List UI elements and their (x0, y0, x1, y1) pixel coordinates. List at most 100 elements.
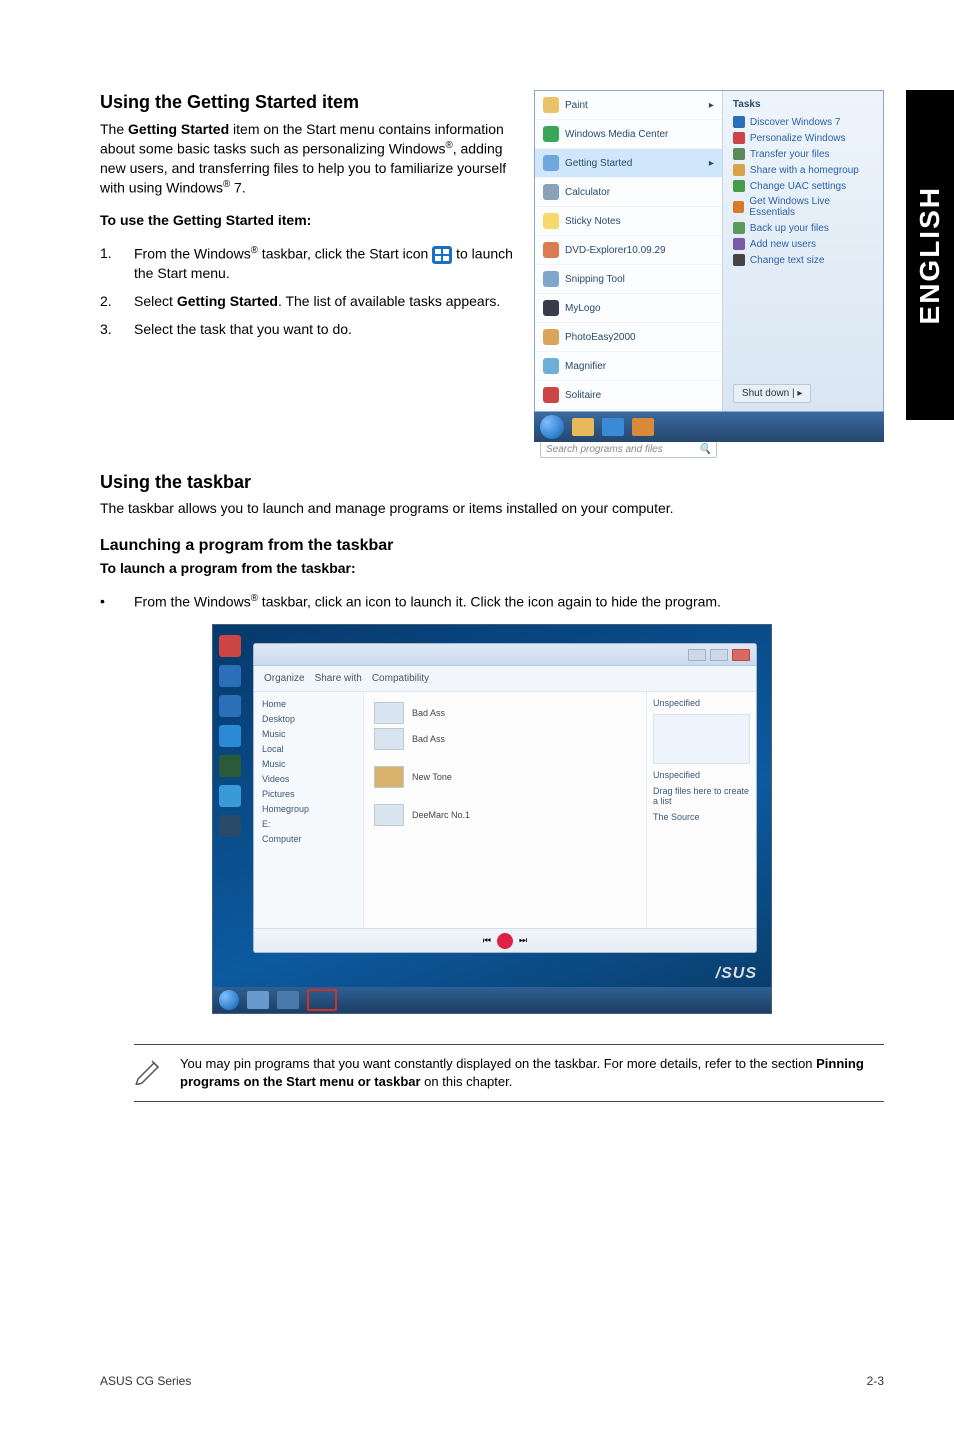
section-getting-started: Using the Getting Started item The Getti… (100, 90, 884, 442)
gadget-icon[interactable] (219, 725, 241, 747)
file-row[interactable]: Bad Ass (374, 726, 636, 752)
nav-item[interactable]: Videos (260, 773, 357, 785)
preview-pane: Unspecified Unspecified Drag files here … (646, 692, 756, 928)
live-icon (733, 201, 745, 213)
sm-item-dvd[interactable]: DVD-Explorer10.09.29 (535, 236, 722, 265)
sm-item-snipping[interactable]: Snipping Tool (535, 265, 722, 294)
next-icon[interactable]: ⏭ (519, 935, 527, 946)
discover-icon (733, 116, 745, 128)
sm-item-paint[interactable]: Paint▸ (535, 91, 722, 120)
start-orb[interactable] (219, 990, 239, 1010)
tb-icon[interactable] (277, 991, 299, 1009)
section-taskbar: Using the taskbar The taskbar allows you… (100, 472, 884, 1102)
close-button[interactable] (732, 649, 750, 661)
task-live[interactable]: Get Windows Live Essentials (733, 196, 873, 218)
task-uac[interactable]: Change UAC settings (733, 180, 873, 192)
getting-started-heading: Using the Getting Started item (100, 90, 514, 114)
play-button[interactable] (497, 933, 513, 949)
preview-label: Unspecified (653, 770, 750, 780)
gadget-icon[interactable] (219, 755, 241, 777)
prev-icon[interactable]: ⏮ (483, 935, 491, 946)
task-addusers[interactable]: Add new users (733, 238, 873, 250)
desktop-screenshot: Organize Share with Compatibility Home D… (212, 624, 772, 1014)
sm-item-wmc[interactable]: Windows Media Center (535, 120, 722, 149)
uac-icon (733, 180, 745, 192)
window-toolbar: Organize Share with Compatibility (254, 666, 756, 692)
nav-item[interactable]: Music (260, 758, 357, 770)
minimize-button[interactable] (688, 649, 706, 661)
page-footer: ASUS CG Series 2-3 (100, 1374, 884, 1388)
step-3: 3. Select the task that you want to do. (100, 320, 514, 340)
explorer-window: Organize Share with Compatibility Home D… (253, 643, 757, 953)
sm-item-sticky[interactable]: Sticky Notes (535, 207, 722, 236)
launching-heading: Launching a program from the taskbar (100, 537, 884, 555)
snipping-icon (543, 271, 559, 287)
step-2: 2. Select Getting Started. The list of a… (100, 292, 514, 312)
gadget-icon[interactable] (219, 815, 241, 837)
nav-item[interactable]: Home (260, 698, 357, 710)
gadget-icon[interactable] (219, 665, 241, 687)
start-menu-tasks: Tasks Discover Windows 7 Personalize Win… (723, 91, 883, 411)
shutdown-row: Shut down | ▸ (733, 384, 873, 403)
start-icon (432, 246, 452, 264)
task-textsize[interactable]: Change text size (733, 254, 873, 266)
start-orb[interactable] (540, 415, 564, 439)
sm-item-getting-started[interactable]: Getting Started▸ (535, 149, 722, 178)
nav-item[interactable]: Pictures (260, 788, 357, 800)
gadget-icon[interactable] (219, 785, 241, 807)
getting-started-text: Using the Getting Started item The Getti… (100, 90, 514, 442)
tb-ie-icon[interactable] (602, 418, 624, 436)
nav-item[interactable]: Homegroup (260, 803, 357, 815)
note-text: You may pin programs that you want const… (180, 1055, 884, 1090)
desktop-screenshot-wrap: Organize Share with Compatibility Home D… (100, 624, 884, 1014)
sm-item-mylogo[interactable]: MyLogo (535, 294, 722, 323)
step-1: 1. From the Windows® taskbar, click the … (100, 244, 514, 284)
tb-icon[interactable] (247, 991, 269, 1009)
paint-icon (543, 97, 559, 113)
toolbar-item[interactable]: Organize (264, 673, 305, 684)
nav-item[interactable]: Desktop (260, 713, 357, 725)
file-row[interactable]: New Tone (374, 764, 636, 790)
getting-started-intro: The Getting Started item on the Start me… (100, 120, 514, 197)
task-homegroup[interactable]: Share with a homegroup (733, 164, 873, 176)
task-backup[interactable]: Back up your files (733, 222, 873, 234)
file-list: Bad Ass Bad Ass New Tone DeeMarc No.1 (364, 692, 646, 928)
file-thumb-icon (374, 702, 404, 724)
start-menu: Paint▸ Windows Media Center Getting Star… (534, 90, 884, 412)
task-personalize[interactable]: Personalize Windows (733, 132, 873, 144)
file-row[interactable]: Bad Ass (374, 700, 636, 726)
solitaire-icon (543, 387, 559, 403)
file-thumb-icon (374, 804, 404, 826)
file-group: DeeMarc No.1 (374, 802, 636, 828)
wmc-icon (543, 126, 559, 142)
photoeasy-icon (543, 329, 559, 345)
search-input[interactable]: Search programs and files 🔍 (540, 440, 717, 458)
preview-hint: Drag files here to create a list (653, 786, 750, 806)
sm-item-solitaire[interactable]: Solitaire (535, 381, 722, 410)
taskbar-heading: Using the taskbar (100, 472, 884, 493)
sm-item-magnifier[interactable]: Magnifier (535, 352, 722, 381)
sm-item-calculator[interactable]: Calculator (535, 178, 722, 207)
preview-box (653, 714, 750, 764)
launching-subheading: To launch a program from the taskbar: (100, 559, 884, 579)
magnifier-icon (543, 358, 559, 374)
sm-item-photoeasy[interactable]: PhotoEasy2000 (535, 323, 722, 352)
nav-item[interactable]: Local (260, 743, 357, 755)
nav-item[interactable]: E: (260, 818, 357, 830)
nav-item[interactable]: Music (260, 728, 357, 740)
sticky-notes-icon (543, 213, 559, 229)
task-transfer[interactable]: Transfer your files (733, 148, 873, 160)
file-row[interactable]: DeeMarc No.1 (374, 802, 636, 828)
nav-item[interactable]: Computer (260, 833, 357, 845)
tb-explorer-icon[interactable] (572, 418, 594, 436)
toolbar-item[interactable]: Compatibility (372, 673, 429, 684)
gadget-icon[interactable] (219, 635, 241, 657)
shutdown-button[interactable]: Shut down | ▸ (733, 384, 811, 403)
tb-wmp-icon[interactable] (632, 418, 654, 436)
toolbar-item[interactable]: Share with (315, 673, 362, 684)
task-discover[interactable]: Discover Windows 7 (733, 116, 873, 128)
gadget-icon[interactable] (219, 695, 241, 717)
footer-left: ASUS CG Series (100, 1374, 191, 1388)
preview-label: Unspecified (653, 698, 750, 708)
maximize-button[interactable] (710, 649, 728, 661)
